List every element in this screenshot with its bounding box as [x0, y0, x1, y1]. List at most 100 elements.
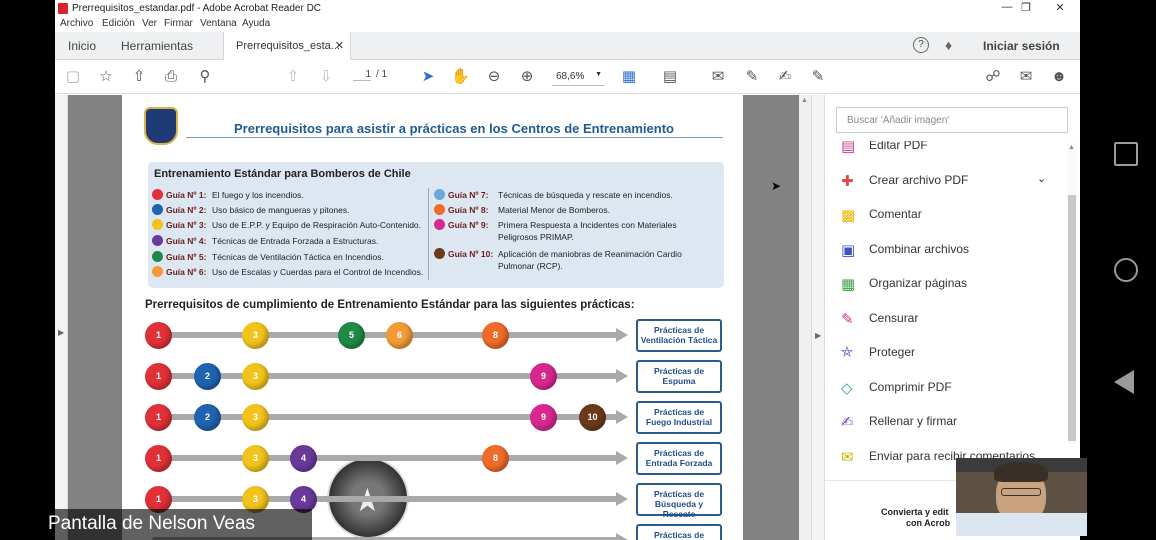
save-icon[interactable]: ▢: [64, 68, 82, 86]
menu-firmar[interactable]: Firmar: [164, 18, 193, 29]
practice-label-line2: Ventilación Táctica: [640, 335, 718, 345]
mail-icon[interactable]: ✉: [1017, 68, 1035, 86]
guide-color-dot: [152, 235, 163, 246]
restore-icon[interactable]: ❐: [1016, 1, 1036, 14]
tool-organize-pages[interactable]: ▦ Organizar páginas: [841, 273, 1071, 295]
page-number-input[interactable]: 1: [353, 69, 371, 81]
menu-ayuda[interactable]: Ayuda: [242, 18, 270, 29]
chevron-right-icon: ▶: [58, 328, 65, 337]
tool-compress-pdf[interactable]: ◇ Comprimir PDF: [841, 377, 1071, 399]
guide-ball-2: 2: [194, 404, 221, 431]
highlight-pen-icon[interactable]: ✎: [743, 68, 761, 86]
tool-create-pdf[interactable]: ✚ Crear archivo PDF ⌄: [841, 170, 1071, 192]
chevron-right-icon: ▶: [815, 331, 822, 340]
guide-number: Guía Nº 10:: [448, 249, 494, 259]
fit-page-icon[interactable]: ▦: [620, 68, 638, 86]
practice-label-line1: Prácticas de: [653, 407, 705, 417]
bookmark-star-icon[interactable]: ☆: [97, 68, 115, 86]
bell-icon[interactable]: ♦: [945, 37, 952, 53]
guide-number: Guía Nº 4:: [166, 236, 207, 246]
glasses: [1001, 488, 1041, 496]
next-page-icon[interactable]: ⇩: [317, 68, 335, 86]
guides-heading: Entrenamiento Estándar para Bomberos de …: [154, 168, 411, 180]
tools-search-input[interactable]: Buscar 'Añadir imagen': [836, 107, 1068, 133]
draw-icon[interactable]: ✍: [776, 68, 794, 86]
upload-share-icon[interactable]: ⇧: [130, 68, 148, 86]
right-panel-toggle[interactable]: ▶: [811, 95, 825, 540]
combine-files-icon: ▣: [841, 241, 856, 259]
tab-document[interactable]: Prerrequisitos_esta... ✕: [223, 32, 351, 60]
practice-label-box: Prácticas de Fuego Industrial: [636, 401, 722, 434]
minimize-icon[interactable]: —: [997, 1, 1017, 13]
add-user-icon[interactable]: ☻: [1050, 68, 1068, 86]
practice-label-box: Prácticas de Entrada Forzada: [636, 442, 722, 475]
tool-redact[interactable]: ✎ Censurar: [841, 308, 1071, 330]
tab-herramientas[interactable]: Herramientas: [121, 39, 193, 53]
guide-color-dot: [152, 251, 163, 262]
practice-label-line1: Prácticas de: [653, 448, 705, 458]
presenter-label: Pantalla de Nelson Veas: [46, 509, 312, 540]
track-arrow-icon: [616, 369, 628, 383]
chevron-down-icon[interactable]: ⌄: [1037, 172, 1046, 185]
fill-sign-icon: ✍: [841, 414, 854, 431]
tab-document-label: Prerrequisitos_esta...: [236, 40, 340, 52]
pdf-app-icon: [58, 3, 68, 14]
left-panel-toggle[interactable]: ▶: [55, 95, 68, 540]
guide-text: Uso básico de mangueras y pitones.: [212, 205, 350, 215]
hand-tool-icon[interactable]: ✋: [451, 68, 470, 86]
tool-label: Censurar: [869, 310, 919, 325]
zoom-select[interactable]: 68,6% ▼: [552, 68, 604, 86]
comment-icon[interactable]: ✉: [709, 68, 727, 86]
document-view[interactable]: Prerrequisitos para asistir a prácticas …: [68, 95, 799, 540]
document-scrollbar[interactable]: ▲: [799, 95, 811, 540]
menu-archivo[interactable]: Archivo: [60, 18, 93, 29]
guide-ball-9: 9: [530, 404, 557, 431]
organize-pages-icon: ▦: [841, 276, 856, 293]
select-cursor-icon[interactable]: ➤: [419, 68, 437, 86]
guide-ball-3: 3: [242, 404, 269, 431]
pdf-page: Prerrequisitos para asistir a prácticas …: [122, 95, 743, 540]
tool-protect[interactable]: ⛤ Proteger: [841, 342, 1071, 364]
tool-label: Organizar páginas: [869, 276, 968, 290]
guide-ball-8: 8: [482, 322, 509, 349]
guide-ball-3: 3: [242, 322, 269, 349]
previous-page-icon[interactable]: ⇧: [284, 68, 302, 86]
guide-color-dot: [434, 219, 445, 230]
tool-combine-files[interactable]: ▣ Combinar archivos: [841, 239, 1071, 261]
tab-inicio[interactable]: Inicio: [68, 39, 96, 53]
guide-ball-2: 2: [194, 363, 221, 390]
fill-sign-icon[interactable]: ✎: [809, 68, 827, 86]
promo-line-1: Convierta y edit: [881, 507, 949, 517]
scroll-up-icon[interactable]: ▲: [801, 97, 808, 104]
prereq-track: [152, 455, 622, 461]
menu-ventana[interactable]: Ventana: [200, 18, 237, 29]
signin-button[interactable]: Iniciar sesión: [983, 39, 1060, 53]
close-icon[interactable]: ✕: [1050, 1, 1070, 14]
tool-fill-sign[interactable]: ✍ Rellenar y firmar: [841, 411, 1071, 433]
tool-comment[interactable]: ▩ Comentar: [841, 204, 1071, 226]
promo-line-2: con Acrob: [906, 518, 951, 528]
mouse-cursor-icon: ➤: [771, 179, 782, 193]
menu-edicion[interactable]: Edición: [102, 18, 135, 29]
guide-ball-3: 3: [242, 445, 269, 472]
practice-label-box: Prácticas de: [636, 524, 722, 540]
link-icon[interactable]: ☍: [984, 68, 1002, 86]
print-icon[interactable]: ⎙: [162, 68, 180, 86]
recent-apps-icon[interactable]: [1114, 142, 1138, 166]
menu-ver[interactable]: Ver: [142, 18, 157, 29]
practice-label-line2: Búsqueda y Rescate: [654, 499, 704, 519]
guide-color-dot: [152, 204, 163, 215]
guide-text: El fuego y los incendios.: [212, 190, 304, 200]
practice-label-line2: Fuego Industrial: [645, 417, 713, 427]
scroll-mode-icon[interactable]: ▤: [661, 68, 679, 86]
help-icon[interactable]: ?: [913, 37, 929, 53]
zoom-out-icon[interactable]: ⊖: [485, 68, 503, 86]
search-zoom-icon[interactable]: ⚲: [196, 68, 214, 86]
send-for-comments-icon: ✉: [841, 448, 854, 466]
guide-text: Uso de Escalas y Cuerdas para el Control…: [212, 267, 424, 277]
close-tab-icon[interactable]: ✕: [335, 39, 344, 52]
back-icon[interactable]: [1114, 370, 1134, 394]
zoom-in-icon[interactable]: ⊕: [518, 68, 536, 86]
home-icon[interactable]: [1114, 258, 1138, 282]
guide-text: Material Menor de Bomberos.: [498, 205, 610, 215]
